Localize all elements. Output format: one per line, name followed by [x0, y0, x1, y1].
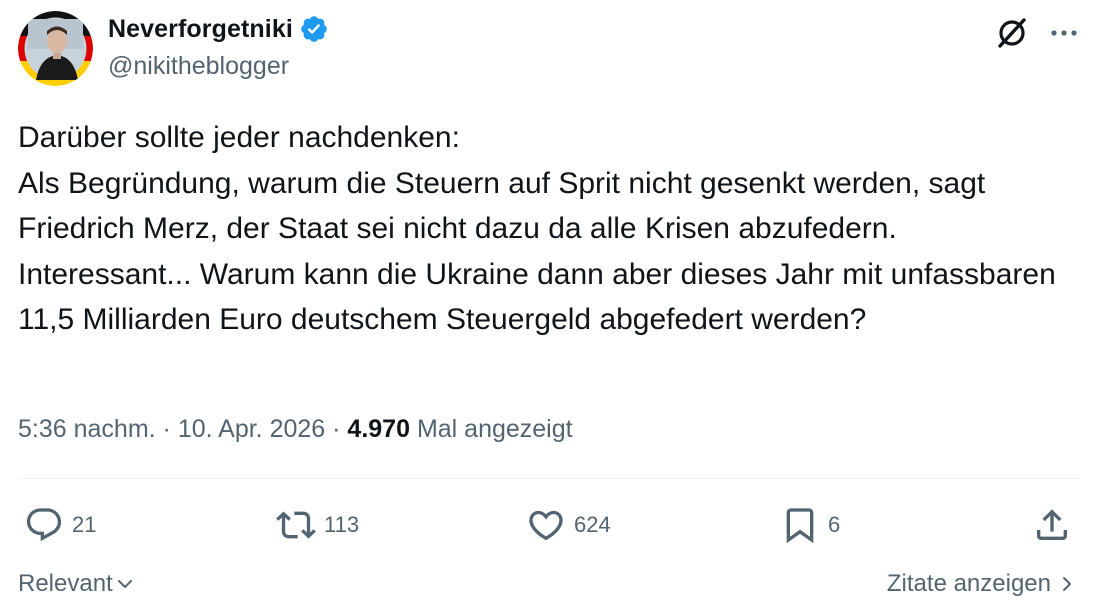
heart-icon	[529, 510, 563, 541]
display-name[interactable]: Neverforgetniki	[108, 15, 293, 44]
avatar-image	[18, 11, 93, 86]
chevron-right-icon	[1063, 577, 1071, 591]
bookmark-icon	[786, 508, 814, 544]
grok-icon[interactable]	[994, 15, 1030, 51]
tweet-card: Neverforgetniki @nikitheblogger Darüber …	[0, 0, 1099, 616]
chevron-down-icon	[117, 580, 132, 588]
quotes-label: Zitate anzeigen	[886, 570, 1051, 597]
view-quotes-link[interactable]: Zitate anzeigen	[887, 570, 1077, 598]
bookmark-count: 6	[828, 512, 841, 537]
meta-separator: ·	[162, 415, 171, 443]
tweet-date[interactable]: 10. Apr. 2026	[178, 415, 325, 443]
author-handle[interactable]: @nikitheblogger	[108, 52, 289, 81]
verified-badge-icon	[301, 16, 327, 42]
avatar[interactable]	[18, 11, 93, 86]
reply-count: 21	[72, 512, 97, 537]
repost-count: 113	[324, 512, 360, 537]
sort-relevant-dropdown[interactable]: Relevant	[18, 570, 135, 598]
reply-button[interactable]: 21	[24, 505, 96, 545]
more-options-icon[interactable]	[1046, 15, 1082, 51]
repost-button[interactable]: 113	[276, 505, 359, 545]
views-count[interactable]: 4.970	[347, 415, 410, 443]
share-button[interactable]	[1032, 505, 1072, 545]
meta-separator: ·	[332, 415, 341, 443]
like-button[interactable]: 624	[526, 505, 611, 545]
bookmark-button[interactable]: 6	[780, 505, 840, 545]
tweet-time[interactable]: 5:36 nachm.	[18, 415, 156, 443]
tweet-text: Darüber sollte jeder nachdenken: Als Beg…	[18, 121, 1056, 336]
author-name-row[interactable]: Neverforgetniki	[108, 14, 329, 44]
tweet-meta: 5:36 nachm. · 10. Apr. 2026 · 4.970 Mal …	[18, 415, 573, 444]
views-label: Mal angezeigt	[416, 415, 573, 443]
like-count: 624	[574, 512, 611, 537]
repost-icon	[276, 511, 316, 539]
divider	[18, 478, 1080, 479]
share-icon	[1037, 509, 1067, 540]
sort-label: Relevant	[18, 570, 113, 597]
reply-icon	[26, 508, 62, 542]
